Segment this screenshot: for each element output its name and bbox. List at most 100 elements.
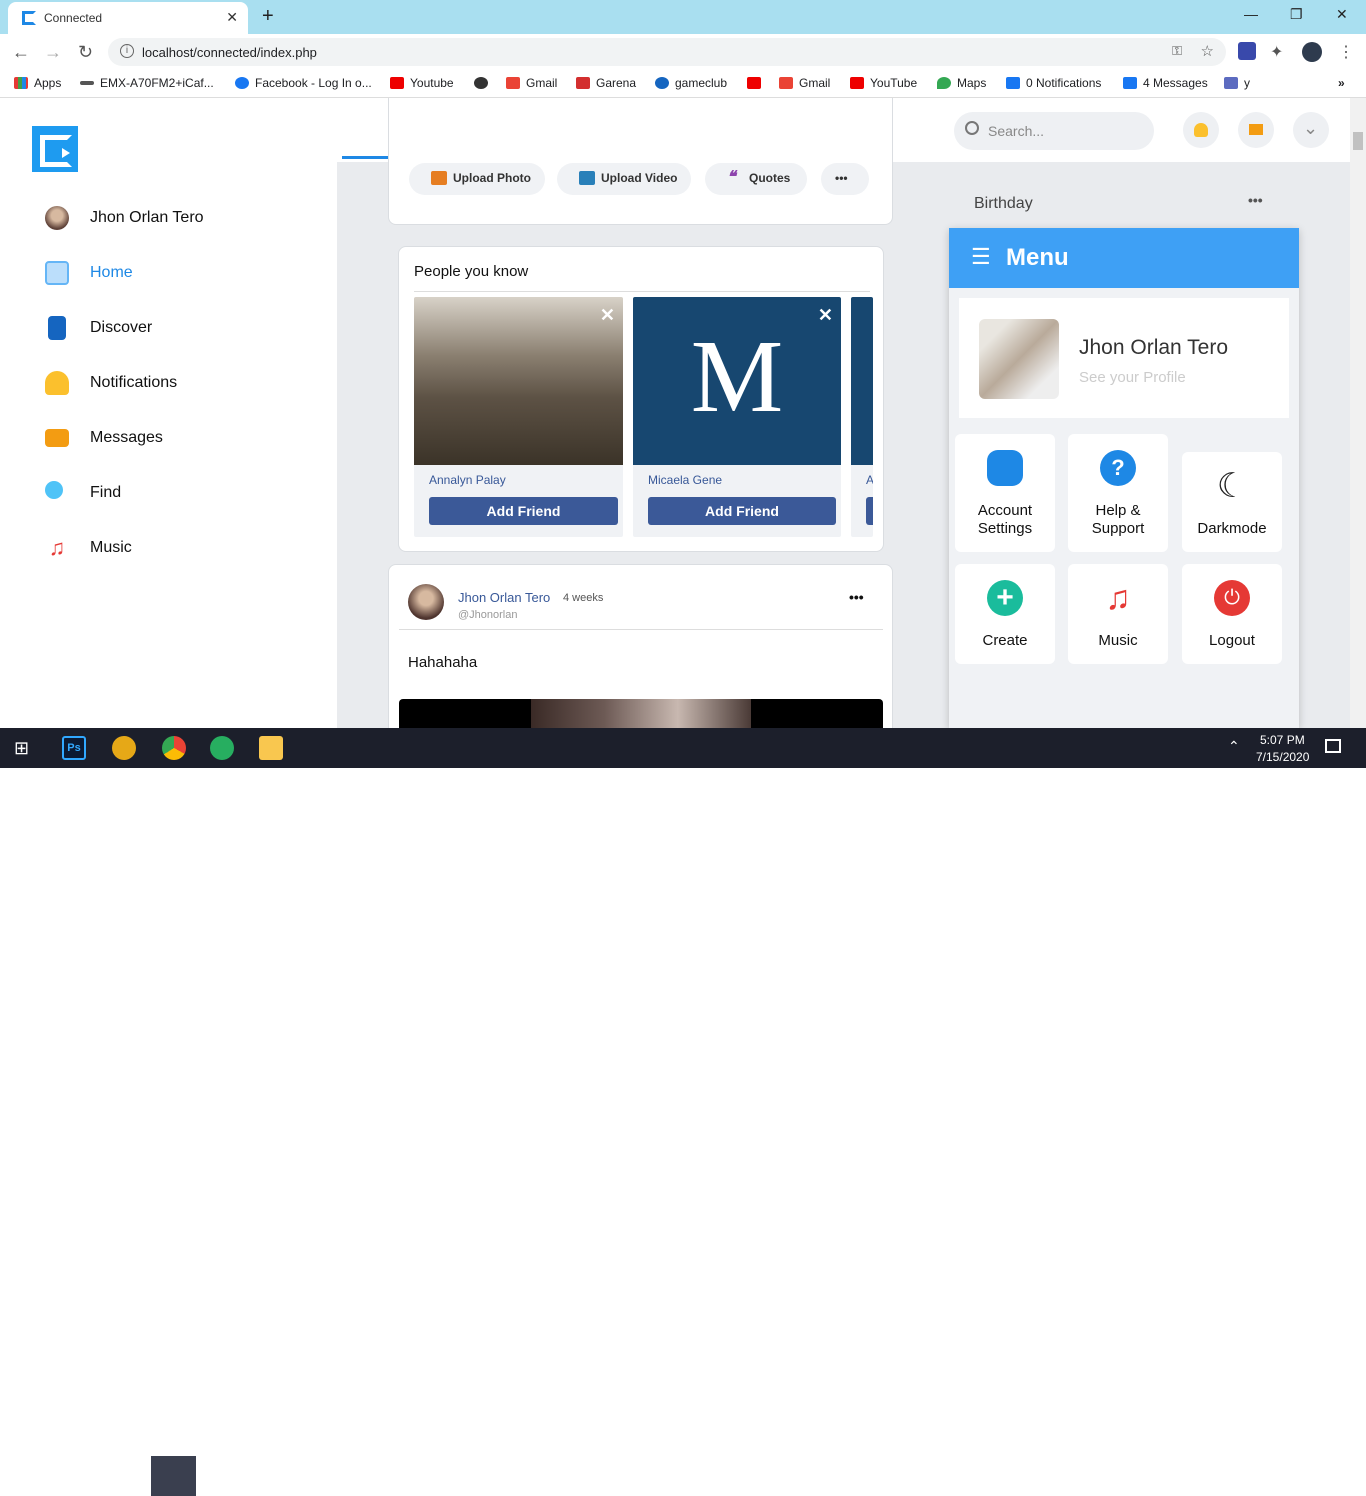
star-icon[interactable]: ☆ xyxy=(1201,42,1214,60)
kebab-menu-icon[interactable]: ⋮ xyxy=(1338,42,1358,62)
bookmark-notifications[interactable]: 0 Notifications xyxy=(1006,76,1101,90)
scrollbar-thumb[interactable] xyxy=(1353,132,1363,150)
video-icon xyxy=(579,171,595,185)
browser-tab-bar: Connected ✕ + — ❐ ✕ xyxy=(0,0,1366,34)
bookmark-gameclub[interactable]: gameclub xyxy=(655,76,727,90)
page-scrollbar[interactable] xyxy=(1350,98,1366,728)
home-icon xyxy=(45,261,69,285)
windows-start-icon[interactable]: ⊞ xyxy=(14,736,38,760)
music-tile[interactable]: ♫ Music xyxy=(1068,564,1168,664)
browser-tab[interactable]: Connected ✕ xyxy=(8,2,248,34)
bookmark-maps[interactable]: Maps xyxy=(937,76,986,90)
bookmark-messages[interactable]: 4 Messages xyxy=(1123,76,1208,90)
chrome-icon[interactable] xyxy=(162,736,186,760)
bookmark-apps[interactable]: Apps xyxy=(14,76,61,90)
atom-icon[interactable] xyxy=(210,736,234,760)
reload-icon[interactable]: ↻ xyxy=(78,42,93,63)
bookmark-youtube-3[interactable]: YouTube xyxy=(850,76,917,90)
connected-logo-icon[interactable] xyxy=(32,126,78,172)
menu-header: ☰ Menu xyxy=(949,228,1299,288)
more-options-button[interactable]: ••• xyxy=(821,163,869,195)
globe-icon xyxy=(474,77,488,89)
post-author[interactable]: Jhon Orlan Tero xyxy=(458,590,550,605)
tile-label: Music xyxy=(1098,632,1138,649)
quotes-button[interactable]: ❝ Quotes xyxy=(705,163,807,195)
bell-icon xyxy=(45,371,69,395)
chevron-up-icon[interactable]: ⌃ xyxy=(1228,738,1240,755)
key-icon[interactable]: ⚿ xyxy=(1172,43,1182,59)
tile-label: Logout xyxy=(1209,632,1255,649)
close-window-icon[interactable]: ✕ xyxy=(1336,6,1348,23)
search-input[interactable]: Search... xyxy=(954,112,1154,150)
person-name[interactable]: Micaela Gene xyxy=(648,473,722,487)
avatar xyxy=(979,319,1059,399)
post-media[interactable] xyxy=(399,699,883,728)
forward-icon[interactable]: → xyxy=(44,42,62,63)
active-app-highlight xyxy=(151,1456,196,1496)
account-settings-tile[interactable]: Account Settings xyxy=(955,434,1055,552)
bookmark-facebook[interactable]: Facebook - Log In o... xyxy=(235,76,372,90)
person-name[interactable]: Annalyn Palay xyxy=(429,473,506,487)
avatar[interactable] xyxy=(408,584,444,620)
action-center-icon[interactable] xyxy=(1325,739,1341,753)
chevron-down-icon: ⌄ xyxy=(1303,118,1319,138)
hamburger-icon[interactable]: ☰ xyxy=(971,246,991,268)
app-icon[interactable] xyxy=(112,736,136,760)
apps-grid-icon xyxy=(14,77,28,89)
minimize-icon[interactable]: — xyxy=(1244,6,1258,22)
new-tab-button[interactable]: + xyxy=(262,5,274,28)
extension-icon[interactable] xyxy=(1238,42,1256,60)
bookmarks-bar: Apps EMX-A70FM2+iCaf... Facebook - Log I… xyxy=(0,70,1366,98)
restore-icon[interactable]: ❐ xyxy=(1290,6,1303,23)
account-dropdown-button[interactable]: ⌄ xyxy=(1293,112,1329,148)
upload-photo-button[interactable]: Upload Photo xyxy=(409,163,545,195)
add-friend-button[interactable] xyxy=(866,497,873,525)
bookmark-youtube-2[interactable] xyxy=(747,76,767,90)
url-text: localhost/connected/index.php xyxy=(142,45,317,60)
post-more-button[interactable]: ••• xyxy=(849,589,864,605)
notifications-button[interactable] xyxy=(1183,112,1219,148)
create-tile[interactable]: + Create xyxy=(955,564,1055,664)
bookmark-youtube[interactable]: Youtube xyxy=(390,76,454,90)
back-icon[interactable]: ← xyxy=(12,42,30,63)
bookmark-globe[interactable] xyxy=(474,76,494,90)
avatar-icon[interactable] xyxy=(1302,42,1322,62)
left-sidebar: Jhon Orlan Tero Home Discover Notificati… xyxy=(0,98,337,728)
plus-icon: + xyxy=(987,580,1023,616)
dismiss-icon[interactable]: ✕ xyxy=(600,305,615,326)
search-placeholder: Search... xyxy=(988,123,1045,139)
bookmark-gmail-2[interactable]: Gmail xyxy=(779,76,830,90)
tab-title: Connected xyxy=(44,11,103,25)
clock-date[interactable]: 7/15/2020 xyxy=(1256,750,1309,764)
music-note-icon: ♫ xyxy=(1105,579,1131,617)
bookmark-garena[interactable]: Garena xyxy=(576,76,636,90)
close-tab-icon[interactable]: ✕ xyxy=(226,9,238,26)
messages-button[interactable] xyxy=(1238,112,1274,148)
menu-profile-link[interactable]: See your Profile xyxy=(1079,369,1186,386)
person-photo xyxy=(414,297,623,465)
darkmode-tile[interactable]: ☾ Darkmode xyxy=(1182,452,1282,552)
address-bar[interactable]: i localhost/connected/index.php ⚿ ☆ xyxy=(108,38,1226,66)
bookmark-gmail[interactable]: Gmail xyxy=(506,76,557,90)
menu-profile-card[interactable]: Jhon Orlan Tero See your Profile xyxy=(959,298,1289,418)
puzzle-icon[interactable]: ✦ xyxy=(1270,42,1290,62)
dismiss-icon[interactable]: ✕ xyxy=(818,305,833,326)
help-support-tile[interactable]: ? Help & Support xyxy=(1068,434,1168,552)
person-name[interactable]: A xyxy=(866,473,873,487)
more-bookmarks-icon[interactable]: » xyxy=(1338,76,1345,90)
bookmark-y[interactable]: y xyxy=(1224,76,1250,90)
add-friend-button[interactable]: Add Friend xyxy=(429,497,618,525)
birthday-more-button[interactable]: ••• xyxy=(1248,192,1263,208)
logout-tile[interactable]: ⏻ Logout xyxy=(1182,564,1282,664)
info-icon[interactable]: i xyxy=(120,44,134,58)
file-explorer-icon[interactable] xyxy=(259,736,283,760)
clock-time[interactable]: 5:07 PM xyxy=(1260,733,1305,747)
sidebar-item-label: Messages xyxy=(90,429,163,446)
add-friend-button[interactable]: Add Friend xyxy=(648,497,836,525)
upload-video-button[interactable]: Upload Video xyxy=(557,163,691,195)
photoshop-icon[interactable]: Ps xyxy=(62,736,86,760)
post-handle: @Jhonorlan xyxy=(458,609,518,621)
music-note-icon: ♫ xyxy=(48,535,66,560)
envelope-icon xyxy=(45,429,69,447)
bookmark-emx[interactable]: EMX-A70FM2+iCaf... xyxy=(80,76,214,90)
